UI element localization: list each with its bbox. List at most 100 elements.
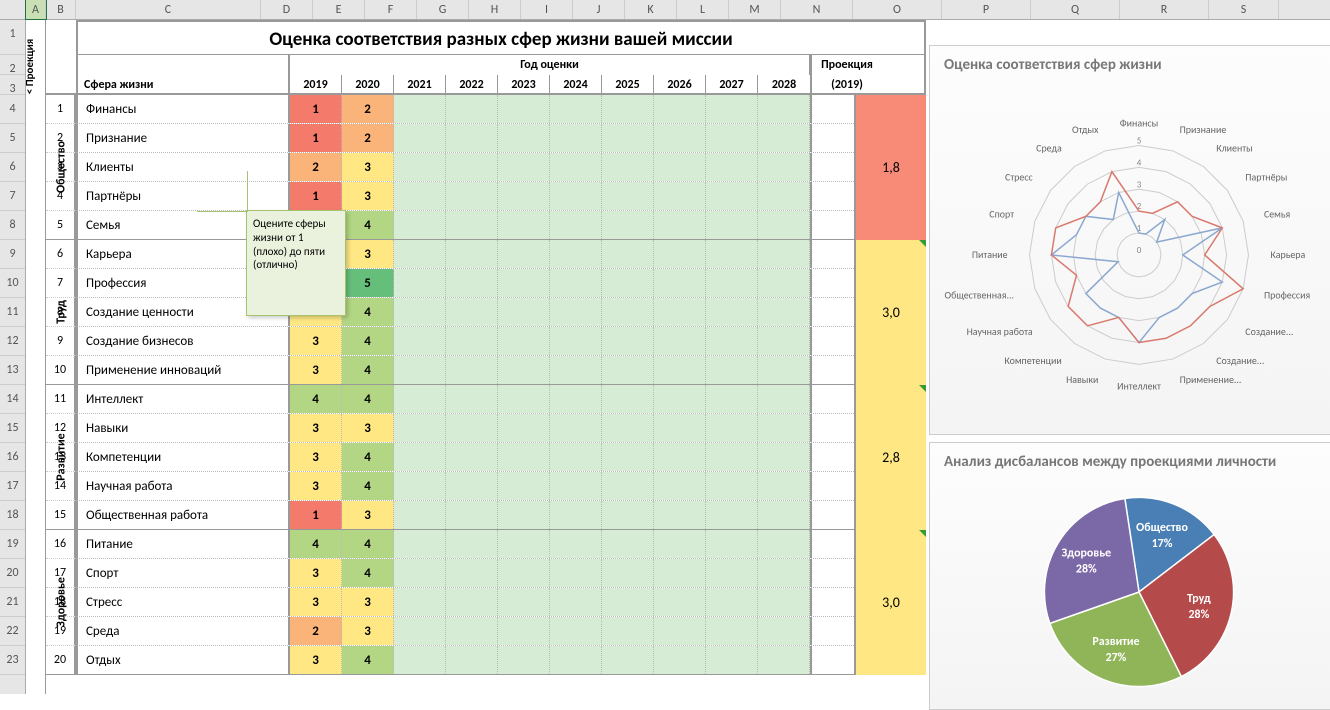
value-cell[interactable] [550,124,602,152]
value-cell[interactable] [446,617,498,645]
sphere-name[interactable]: Создание бизнесов [78,327,290,355]
sphere-name[interactable]: Спорт [78,559,290,587]
value-cell[interactable] [654,211,706,239]
value-cell[interactable]: 4 [342,443,394,471]
value-cell[interactable] [602,298,654,326]
col-F[interactable]: F [365,0,417,19]
value-cell[interactable]: 2 [290,617,342,645]
value-cell[interactable] [758,240,810,268]
sphere-name[interactable]: Навыки [78,414,290,442]
value-cell[interactable] [394,414,446,442]
value-cell[interactable] [446,95,498,123]
value-cell[interactable] [706,617,758,645]
value-cell[interactable] [394,182,446,210]
sphere-name[interactable]: Отдых [78,646,290,674]
value-cell[interactable]: 3 [342,182,394,210]
col-Q[interactable]: Q [1031,0,1120,19]
value-cell[interactable]: 4 [290,530,342,558]
value-cell[interactable] [706,95,758,123]
value-cell[interactable] [706,327,758,355]
radar-chart[interactable]: Оценка соответствия сфер жизни 012345Фин… [929,45,1330,435]
value-cell[interactable] [602,124,654,152]
value-cell[interactable] [758,298,810,326]
sphere-name[interactable]: Компетенции [78,443,290,471]
row-12[interactable]: 12 [0,327,25,356]
value-cell[interactable] [706,211,758,239]
sphere-name[interactable]: Стресс [78,588,290,616]
value-cell[interactable] [706,124,758,152]
value-cell[interactable] [706,153,758,181]
row-13[interactable]: 13 [0,356,25,385]
value-cell[interactable] [394,240,446,268]
value-cell[interactable] [758,385,810,413]
value-cell[interactable] [394,153,446,181]
value-cell[interactable] [498,298,550,326]
value-cell[interactable] [602,211,654,239]
value-cell[interactable] [758,327,810,355]
value-cell[interactable] [602,501,654,529]
col-L[interactable]: L [677,0,729,19]
row-8[interactable]: 8 [0,211,25,240]
value-cell[interactable] [758,530,810,558]
value-cell[interactable] [758,559,810,587]
col-A[interactable]: A [26,0,46,19]
value-cell[interactable]: 4 [342,385,394,413]
value-cell[interactable] [394,95,446,123]
value-cell[interactable] [758,443,810,471]
value-cell[interactable] [498,530,550,558]
value-cell[interactable] [446,327,498,355]
pie-chart[interactable]: Анализ дисбалансов между проекциями личн… [929,442,1330,710]
projection-value[interactable]: 2,8 [854,385,926,530]
value-cell[interactable] [550,298,602,326]
value-cell[interactable] [654,385,706,413]
value-cell[interactable] [758,617,810,645]
value-cell[interactable] [602,617,654,645]
value-cell[interactable] [498,385,550,413]
value-cell[interactable] [654,530,706,558]
value-cell[interactable] [602,153,654,181]
row-1[interactable]: 1 [0,20,25,55]
value-cell[interactable] [602,269,654,297]
col-C[interactable]: C [76,0,261,19]
sphere-name[interactable]: Партнёры [78,182,290,210]
value-cell[interactable] [602,588,654,616]
value-cell[interactable] [758,182,810,210]
value-cell[interactable] [394,211,446,239]
value-cell[interactable] [758,646,810,674]
value-cell[interactable]: 4 [342,298,394,326]
col-G[interactable]: G [417,0,469,19]
value-cell[interactable] [654,124,706,152]
value-cell[interactable] [498,327,550,355]
col-K[interactable]: K [625,0,677,19]
value-cell[interactable] [446,211,498,239]
col-I[interactable]: I [521,0,573,19]
value-cell[interactable] [498,153,550,181]
row-5[interactable]: 5 [0,124,25,153]
value-cell[interactable] [446,501,498,529]
value-cell[interactable] [498,240,550,268]
value-cell[interactable] [446,646,498,674]
value-cell[interactable] [550,269,602,297]
value-cell[interactable]: 1 [290,124,342,152]
value-cell[interactable]: 4 [342,211,394,239]
value-cell[interactable]: 3 [290,414,342,442]
sphere-name[interactable]: Питание [78,530,290,558]
value-cell[interactable] [550,153,602,181]
value-cell[interactable] [654,182,706,210]
value-cell[interactable] [706,530,758,558]
value-cell[interactable]: 4 [342,472,394,500]
value-cell[interactable] [498,95,550,123]
value-cell[interactable] [394,124,446,152]
row-10[interactable]: 10 [0,269,25,298]
value-cell[interactable] [602,443,654,471]
value-cell[interactable] [706,646,758,674]
value-cell[interactable] [394,269,446,297]
row-2[interactable]: 2 [0,55,25,75]
sphere-name[interactable]: Общественная работа [78,501,290,529]
value-cell[interactable]: 1 [290,182,342,210]
value-cell[interactable] [706,414,758,442]
value-cell[interactable] [498,646,550,674]
value-cell[interactable] [758,414,810,442]
value-cell[interactable] [498,124,550,152]
value-cell[interactable]: 1 [290,501,342,529]
